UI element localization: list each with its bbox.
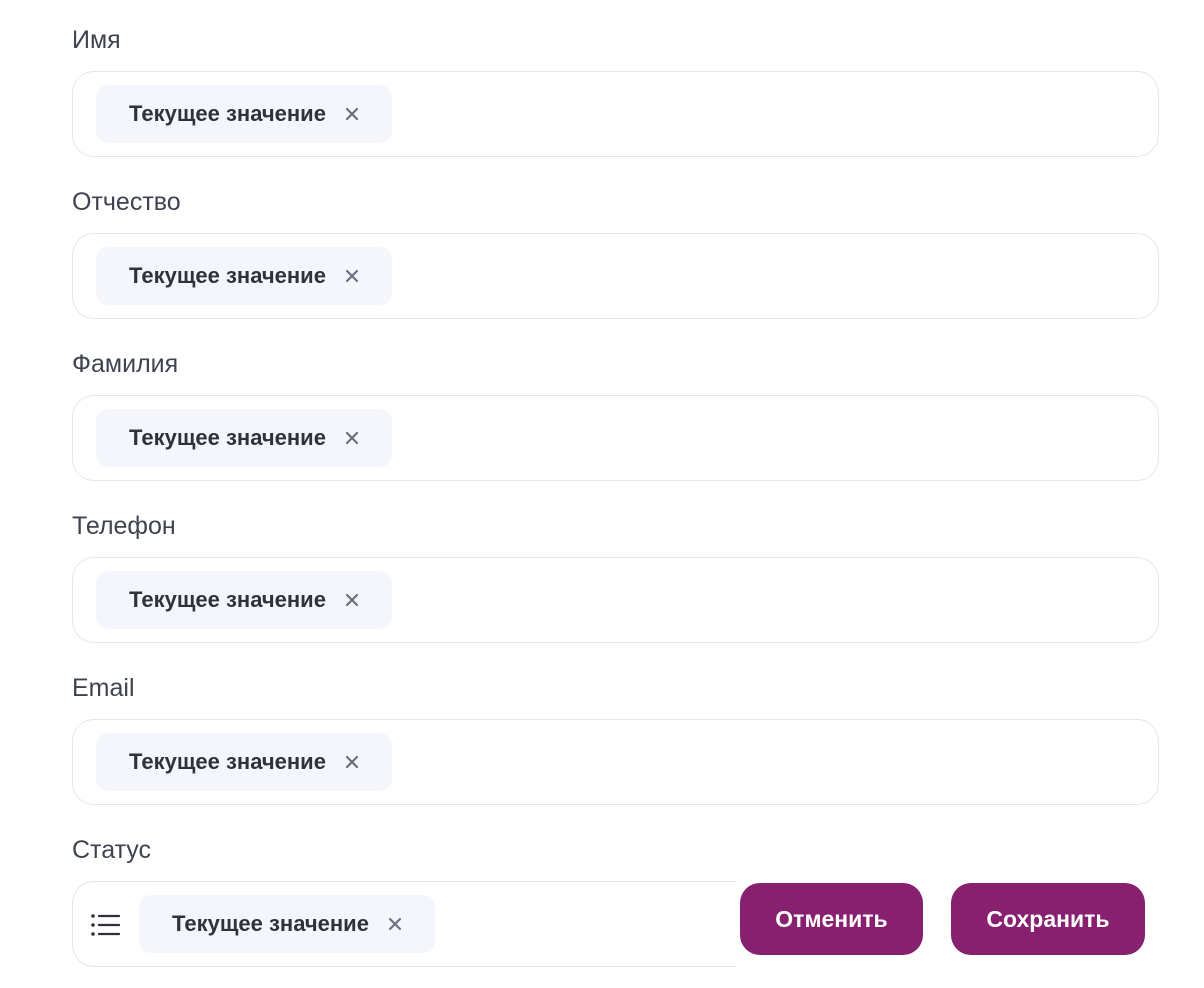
last-name-label: Фамилия bbox=[72, 350, 179, 378]
close-icon[interactable] bbox=[342, 104, 362, 124]
email-label: Email bbox=[72, 674, 135, 702]
chip-text: Текущее значение bbox=[129, 263, 326, 288]
chip-text: Текущее значение bbox=[129, 749, 326, 774]
chip-text: Текущее значение bbox=[129, 425, 326, 450]
phone-value-chip: Текущее значение bbox=[96, 571, 392, 629]
cancel-button[interactable]: Отменить bbox=[740, 883, 923, 955]
close-icon[interactable] bbox=[342, 752, 362, 772]
close-icon[interactable] bbox=[342, 590, 362, 610]
chip-text: Текущее значение bbox=[172, 911, 369, 936]
close-icon[interactable] bbox=[342, 266, 362, 286]
chip-text: Текущее значение bbox=[129, 101, 326, 126]
first-name-field[interactable]: Текущее значение bbox=[72, 71, 1159, 157]
middle-name-value-chip: Текущее значение bbox=[96, 247, 392, 305]
close-icon[interactable] bbox=[385, 914, 405, 934]
status-label: Статус bbox=[72, 836, 152, 864]
first-name-label: Имя bbox=[72, 26, 121, 54]
phone-field[interactable]: Текущее значение bbox=[72, 557, 1159, 643]
close-icon[interactable] bbox=[342, 428, 362, 448]
edit-form: Имя Текущее значение Отчество Текущее зн… bbox=[0, 0, 1204, 988]
phone-label: Телефон bbox=[72, 512, 176, 540]
list-icon[interactable] bbox=[90, 912, 121, 938]
first-name-value-chip: Текущее значение bbox=[96, 85, 392, 143]
email-value-chip: Текущее значение bbox=[96, 733, 392, 791]
last-name-field[interactable]: Текущее значение bbox=[72, 395, 1159, 481]
chip-text: Текущее значение bbox=[129, 587, 326, 612]
status-field[interactable]: Текущее значение bbox=[72, 881, 736, 967]
middle-name-field[interactable]: Текущее значение bbox=[72, 233, 1159, 319]
email-field[interactable]: Текущее значение bbox=[72, 719, 1159, 805]
middle-name-label: Отчество bbox=[72, 188, 181, 216]
save-button[interactable]: Сохранить bbox=[951, 883, 1145, 955]
last-name-value-chip: Текущее значение bbox=[96, 409, 392, 467]
status-value-chip: Текущее значение bbox=[139, 895, 435, 953]
